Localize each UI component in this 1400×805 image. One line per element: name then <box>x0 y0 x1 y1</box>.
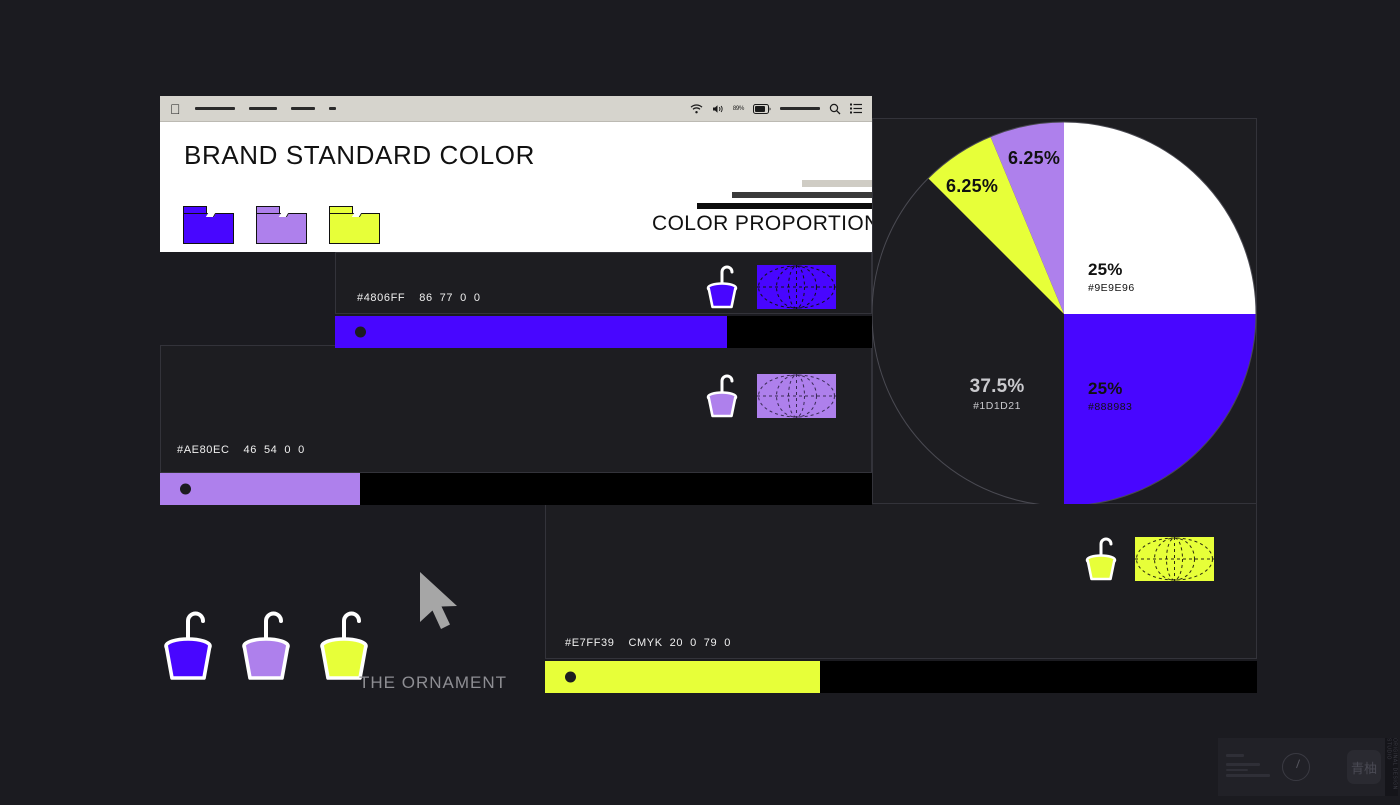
mouse-pointer-icon <box>417 570 465 637</box>
swatch-yellow-y: 79 <box>703 637 718 649</box>
pie-label-dark: 37.5% #1D1D21 <box>952 376 1042 412</box>
pie-label-purple-pct: 6.25% <box>1008 148 1061 168</box>
pie-label-dark-pct: 37.5% <box>969 376 1025 397</box>
battery-percent-label: 89% <box>732 105 744 112</box>
swatch-purple-bar-fill <box>160 473 360 505</box>
globe-yellow-swatch <box>1135 537 1214 581</box>
proportion-bar-3 <box>697 203 872 209</box>
swatch-blue-hex: #4806FF <box>357 292 406 304</box>
color-proportion-block: COLOR PROPORTION <box>652 180 880 236</box>
swatch-blue-bar-handle[interactable] <box>355 326 366 338</box>
swatch-yellow-bar-track[interactable] <box>545 661 1257 693</box>
pie-label-blue: 25% #888983 <box>1088 379 1132 413</box>
wifi-icon[interactable] <box>690 103 703 114</box>
color-proportion-label: COLOR PROPORTION <box>652 212 880 235</box>
globe-blue-swatch <box>757 265 836 309</box>
menu-item-1[interactable] <box>194 107 235 110</box>
swatch-blue-bar-track[interactable] <box>335 316 872 348</box>
swatch-purple-m: 54 <box>263 444 278 456</box>
bucket-yellow-icon-row[interactable] <box>1081 534 1121 584</box>
swatch-blue-bar-fill <box>335 316 727 348</box>
watermark-text-block <box>1218 748 1278 786</box>
menu-item-4[interactable] <box>328 107 336 110</box>
bucket-purple-icon[interactable] <box>236 606 296 689</box>
ornament-label: THE ORNAMENT <box>359 673 507 692</box>
swatch-purple-hex: #AE80EC <box>177 444 230 456</box>
bucket-purple-icon-row[interactable] <box>702 371 742 421</box>
mac-menu-bar:  89% <box>160 96 872 122</box>
pie-label-white: 25% #9E9E96 <box>1088 260 1135 294</box>
globe-purple-swatch <box>757 374 836 418</box>
swatch-blue-k: 0 <box>473 292 481 304</box>
watermark-dial-icon <box>1282 753 1310 781</box>
volume-icon[interactable] <box>712 104 724 114</box>
folder-icon-group <box>183 206 380 244</box>
swatch-blue-hex-line: #4806FF 86 77 0 0 <box>357 292 481 304</box>
watermark-vertical-text: ORIGINAL DESIGN STUDIO <box>1385 738 1398 790</box>
swatch-yellow-k: 0 <box>724 637 731 649</box>
bucket-blue-icon[interactable] <box>158 606 218 689</box>
swatch-yellow-m: 0 <box>690 637 697 649</box>
apple-icon[interactable]:  <box>170 102 181 116</box>
watermark-vertical-strip: ORIGINAL DESIGN STUDIO <box>1385 738 1398 796</box>
pie-label-white-hex: #9E9E96 <box>1088 281 1135 294</box>
window-content: BRAND STANDARD COLOR COLOR PROPORTION <box>160 122 880 252</box>
menu-item-5[interactable] <box>780 107 820 110</box>
swatch-yellow-bar-handle[interactable] <box>565 671 576 683</box>
pie-label-purple: 6.25% <box>1008 148 1060 169</box>
pie-label-blue-pct: 25% <box>1088 379 1123 398</box>
panel-yellow-swatch <box>545 503 1257 659</box>
pie-label-yellow: 6.25% <box>946 176 998 197</box>
pie-label-yellow-pct: 6.25% <box>946 176 999 196</box>
ornament-icon-group <box>158 606 374 689</box>
swatch-purple-hex-line: #AE80EC 46 54 0 0 <box>177 444 305 456</box>
folder-blue-icon[interactable] <box>183 206 234 244</box>
watermark-logo: 青柚 <box>1347 750 1381 784</box>
control-center-icon[interactable] <box>850 103 862 114</box>
swatch-purple-bar-handle[interactable] <box>180 483 191 495</box>
swatch-yellow-c: 20 <box>669 637 684 649</box>
bucket-blue-icon-row[interactable] <box>702 262 742 312</box>
swatch-purple-y: 0 <box>284 444 292 456</box>
swatch-yellow-hex: #E7FF39 <box>565 637 615 649</box>
swatch-blue-y: 0 <box>460 292 467 304</box>
swatch-yellow-hex-line: #E7FF39 CMYK 20 0 79 0 <box>565 637 731 649</box>
menu-item-2[interactable] <box>248 107 277 110</box>
swatch-blue-m: 77 <box>439 292 454 304</box>
pie-chart: 25% #9E9E96 25% #888983 37.5% #1D1D21 6.… <box>872 118 1257 504</box>
swatch-yellow-cmyk-prefix: CMYK <box>628 637 663 649</box>
watermark-card: 青柚 ORIGINAL DESIGN STUDIO <box>1218 738 1398 796</box>
swatch-purple-k: 0 <box>298 444 305 456</box>
pie-label-blue-hex: #888983 <box>1088 400 1133 413</box>
battery-icon[interactable] <box>753 103 771 114</box>
pie-chart-svg <box>872 121 1257 504</box>
swatch-purple-c: 46 <box>243 444 257 456</box>
brand-window:  89% <box>160 96 880 252</box>
menu-item-3[interactable] <box>290 107 315 110</box>
folder-purple-icon[interactable] <box>256 206 307 244</box>
proportion-bar-1 <box>802 180 872 187</box>
page-title: BRAND STANDARD COLOR <box>184 140 536 170</box>
swatch-blue-c: 86 <box>419 292 433 304</box>
pie-label-dark-hex: #1D1D21 <box>973 399 1021 412</box>
pie-label-white-pct: 25% <box>1088 260 1123 279</box>
search-icon[interactable] <box>829 103 841 115</box>
swatch-yellow-bar-fill <box>545 661 820 693</box>
proportion-bar-2 <box>732 192 872 198</box>
folder-yellow-icon[interactable] <box>329 206 380 244</box>
swatch-purple-bar-track[interactable] <box>160 473 872 505</box>
